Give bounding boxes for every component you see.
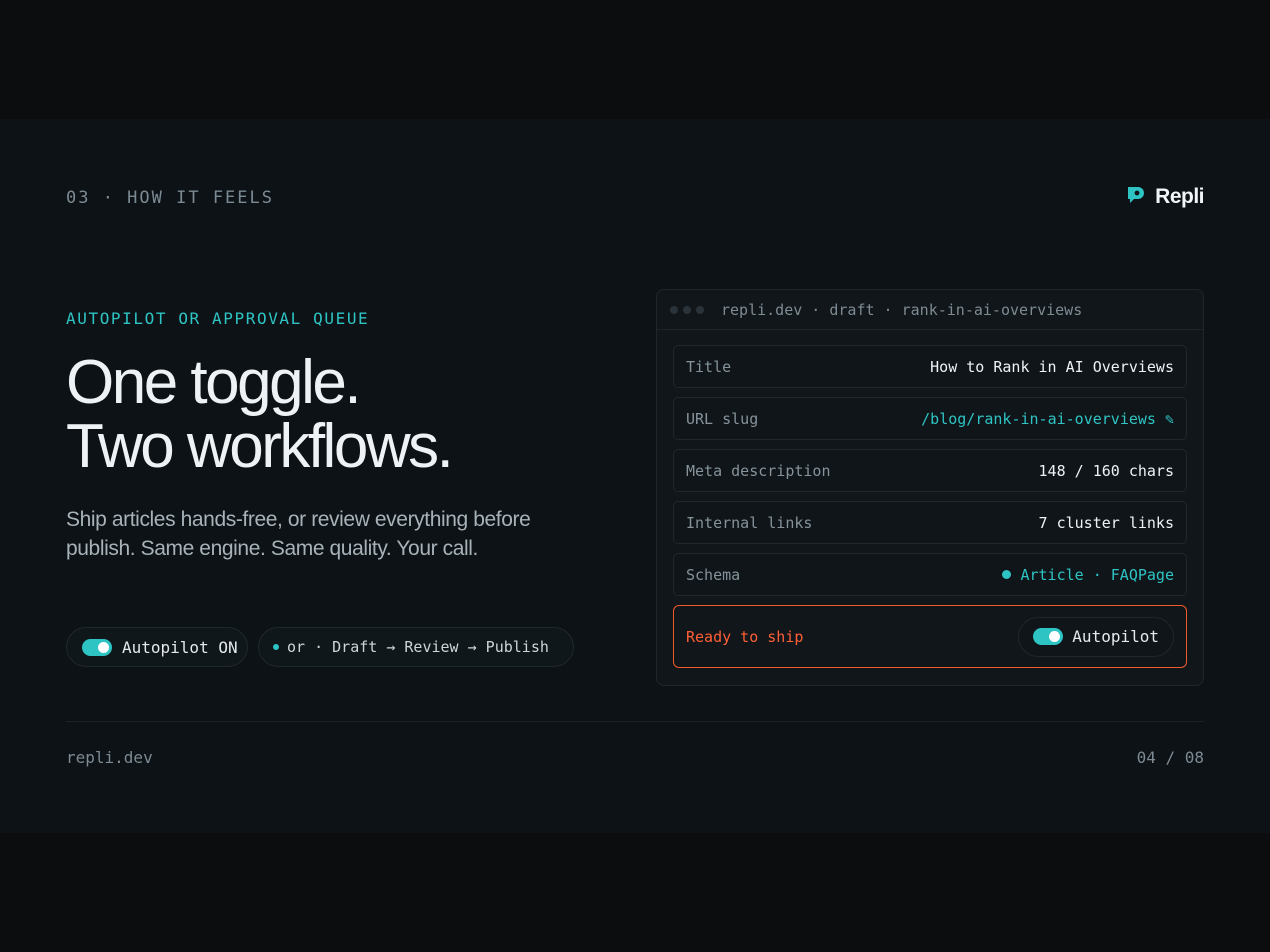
row-internal-links: Internal links 7 cluster links xyxy=(673,501,1187,544)
draft-panel: repli.dev · draft · rank-in-ai-overviews… xyxy=(656,289,1204,686)
section-label: 03 · HOW IT FEELS xyxy=(66,188,274,208)
autopilot-label: Autopilot ON xyxy=(122,637,238,657)
eyebrow: AUTOPILOT OR APPROVAL QUEUE xyxy=(66,309,370,328)
row-label: Meta description xyxy=(686,461,831,480)
workflow-pill[interactable]: or · Draft → Review → Publish xyxy=(258,627,574,667)
row-value: 148 / 160 chars xyxy=(1038,461,1174,480)
ready-to-ship-row: Ready to ship Autopilot xyxy=(673,605,1187,668)
schema-dot-icon xyxy=(1002,570,1012,579)
panel-autopilot-label: Autopilot xyxy=(1072,627,1159,646)
headline: One toggle. Two workflows. xyxy=(66,348,454,481)
slide: 03 · HOW IT FEELS Repli AUTOPILOT OR APP… xyxy=(0,119,1270,833)
repli-logo-icon xyxy=(1126,185,1145,209)
autopilot-pill[interactable]: Autopilot ON xyxy=(66,627,248,667)
row-value: 7 cluster links xyxy=(1038,513,1174,532)
window-dot-icon xyxy=(683,305,691,314)
subtext: Ship articles hands-free, or review ever… xyxy=(66,508,531,560)
window-dot-icon xyxy=(696,305,704,314)
panel-path: repli.dev · draft · rank-in-ai-overviews xyxy=(721,300,1083,319)
ready-label: Ready to ship xyxy=(686,627,804,646)
row-label: Schema xyxy=(686,565,741,584)
row-value: Article · FAQPage xyxy=(1020,565,1174,584)
row-meta-description: Meta description 148 / 160 chars xyxy=(673,449,1187,492)
status-dot-icon xyxy=(273,644,279,650)
row-title: Title How to Rank in AI Overviews xyxy=(673,345,1187,388)
row-label: URL slug xyxy=(686,409,759,428)
autopilot-toggle[interactable] xyxy=(82,638,112,656)
page-counter: 04 / 08 xyxy=(1136,748,1204,767)
workflow-label: or · Draft → Review → Publish xyxy=(287,638,549,656)
panel-title-bar: repli.dev · draft · rank-in-ai-overviews xyxy=(657,290,1203,330)
row-value: How to Rank in AI Overviews xyxy=(930,357,1174,376)
brand: Repli xyxy=(1126,185,1204,209)
footer-site: repli.dev xyxy=(66,748,153,767)
footer-divider xyxy=(66,721,1204,722)
brand-name: Repli xyxy=(1155,185,1204,208)
row-schema: Schema Article · FAQPage xyxy=(673,553,1187,596)
row-url-slug[interactable]: URL slug /blog/rank-in-ai-overviews ✎ xyxy=(673,397,1187,440)
headline-line-2: Two workflows. xyxy=(66,412,454,481)
row-label: Internal links xyxy=(686,513,813,532)
row-label: Title xyxy=(686,357,732,376)
window-dot-icon xyxy=(670,305,678,314)
panel-autopilot-toggle[interactable] xyxy=(1033,628,1064,645)
headline-line-1: One toggle. xyxy=(66,348,362,417)
pencil-icon[interactable]: ✎ xyxy=(1165,410,1174,428)
row-value: /blog/rank-in-ai-overviews xyxy=(921,409,1156,428)
panel-autopilot-pill[interactable]: Autopilot xyxy=(1018,616,1174,657)
